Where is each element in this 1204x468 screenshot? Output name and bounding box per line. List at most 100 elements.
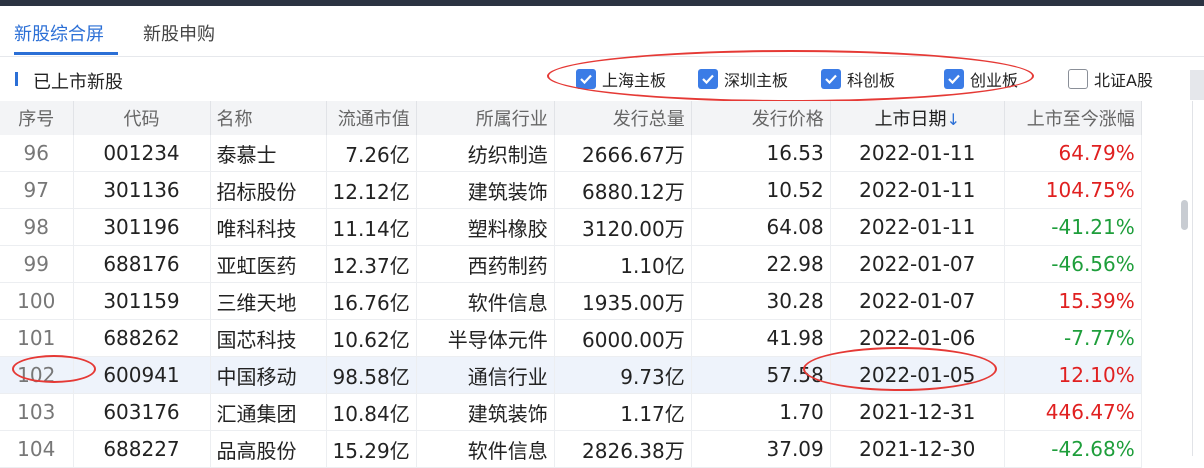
- cell-change-since-listing: -7.77%: [1004, 319, 1142, 357]
- cell-listing-date: 2022-01-11: [830, 208, 1005, 246]
- cell-industry: 建筑装饰: [416, 393, 555, 431]
- cell-index: 100: [0, 282, 74, 320]
- cell-listing-date: 2022-01-11: [830, 135, 1005, 172]
- cell-index: 102: [0, 356, 74, 394]
- cell-change-since-listing: -41.21%: [1004, 208, 1142, 246]
- cell-listing-date: 2022-01-06: [830, 319, 1005, 357]
- cell-float-market-cap: 16.76亿: [326, 282, 417, 320]
- col-header-index[interactable]: 序号: [0, 101, 74, 135]
- checkbox-unchecked-icon[interactable]: [1068, 69, 1088, 89]
- section-title: 已上市新股: [33, 72, 123, 93]
- cell-name: 唯科科技: [210, 208, 327, 246]
- tab-new-stock-subscription[interactable]: 新股申购: [143, 20, 215, 46]
- col-header-name[interactable]: 名称: [210, 101, 327, 135]
- new-stock-table: 序号 代码 名称 流通市值 所属行业 发行总量 发行价格 上市日期↓ 上市至今涨…: [0, 101, 1142, 468]
- cell-name: 中国移动: [210, 356, 327, 394]
- filter-bse-a-share[interactable]: 北证A股: [1068, 67, 1153, 91]
- vertical-scrollbar-thumb[interactable]: [1181, 200, 1188, 230]
- table-row[interactable]: 98 301196 唯科科技 11.14亿 塑料橡胶 3120.00万 64.08 2022-…: [0, 208, 1142, 246]
- table-row[interactable]: 103 603176 汇通集团 10.84亿 建筑装饰 1.17亿 1.70 2021-12-…: [0, 393, 1142, 431]
- cell-listing-date: 2021-12-30: [830, 430, 1005, 468]
- col-header-change-since-listing[interactable]: 上市至今涨幅: [1004, 101, 1142, 135]
- cell-float-market-cap: 11.14亿: [326, 208, 417, 246]
- sort-desc-icon: ↓: [946, 110, 960, 129]
- cell-code: 600941: [73, 356, 211, 394]
- cell-issue-price: 37.09: [691, 430, 831, 468]
- col-header-issue-volume[interactable]: 发行总量: [554, 101, 692, 135]
- section-accent-bar: [15, 72, 18, 86]
- cell-issue-volume: 2666.67万: [554, 135, 692, 172]
- cell-industry: 半导体元件: [416, 319, 555, 357]
- cell-name: 汇通集团: [210, 393, 327, 431]
- filter-shanghai-main[interactable]: 上海主板: [576, 67, 666, 91]
- table-row[interactable]: 100 301159 三维天地 16.76亿 软件信息 1935.00万 30.28 2022…: [0, 282, 1142, 320]
- col-header-listing-date[interactable]: 上市日期↓: [830, 101, 1005, 135]
- cell-float-market-cap: 10.62亿: [326, 319, 417, 357]
- filter-chinext[interactable]: 创业板: [944, 67, 1018, 91]
- cell-index: 99: [0, 245, 74, 283]
- checkbox-checked-icon[interactable]: [698, 69, 718, 89]
- cell-issue-price: 10.52: [691, 171, 831, 209]
- table-row[interactable]: 96 001234 泰慕士 7.26亿 纺织制造 2666.67万 16.53 2022-01…: [0, 135, 1142, 172]
- cell-issue-price: 57.58: [691, 356, 831, 394]
- right-divider: [1192, 101, 1193, 456]
- filter-shenzhen-main[interactable]: 深圳主板: [698, 67, 788, 91]
- cell-industry: 塑料橡胶: [416, 208, 555, 246]
- cell-change-since-listing: 446.47%: [1004, 393, 1142, 431]
- table-row[interactable]: 104 688227 品高股份 15.29亿 软件信息 2826.38万 37.09 2021…: [0, 430, 1142, 468]
- cell-industry: 通信行业: [416, 356, 555, 394]
- cell-code: 301136: [73, 171, 211, 209]
- cell-float-market-cap: 10.84亿: [326, 393, 417, 431]
- cell-issue-price: 30.28: [691, 282, 831, 320]
- filter-label: 科创板: [847, 71, 896, 90]
- table-row[interactable]: 102 600941 中国移动 98.58亿 通信行业 9.73亿 57.58 2022-01…: [0, 356, 1142, 394]
- cell-issue-volume: 3120.00万: [554, 208, 692, 246]
- cell-code: 301196: [73, 208, 211, 246]
- cell-listing-date: 2021-12-31: [830, 393, 1005, 431]
- col-header-issue-price[interactable]: 发行价格: [691, 101, 831, 135]
- cell-issue-volume: 6880.12万: [554, 171, 692, 209]
- cell-float-market-cap: 7.26亿: [326, 135, 417, 172]
- table-row[interactable]: 97 301136 招标股份 12.12亿 建筑装饰 6880.12万 10.52 2022-…: [0, 171, 1142, 209]
- cell-listing-date: 2022-01-11: [830, 171, 1005, 209]
- checkbox-checked-icon[interactable]: [576, 69, 596, 89]
- cell-name: 品高股份: [210, 430, 327, 468]
- cell-code: 301159: [73, 282, 211, 320]
- cell-change-since-listing: 15.39%: [1004, 282, 1142, 320]
- table-row[interactable]: 101 688262 国芯科技 10.62亿 半导体元件 6000.00万 41.98 202…: [0, 319, 1142, 357]
- cell-listing-date: 2022-01-07: [830, 282, 1005, 320]
- cell-change-since-listing: -46.56%: [1004, 245, 1142, 283]
- col-header-industry[interactable]: 所属行业: [416, 101, 555, 135]
- tab-new-stock-overview[interactable]: 新股综合屏: [14, 20, 104, 46]
- table-row[interactable]: 99 688176 亚虹医药 12.37亿 西药制药 1.10亿 22.98 2022-01-…: [0, 245, 1142, 283]
- cell-index: 103: [0, 393, 74, 431]
- cell-issue-price: 1.70: [691, 393, 831, 431]
- cell-float-market-cap: 15.29亿: [326, 430, 417, 468]
- cell-name: 招标股份: [210, 171, 327, 209]
- cell-issue-volume: 9.73亿: [554, 356, 692, 394]
- cell-issue-volume: 1.10亿: [554, 245, 692, 283]
- right-edge-panel: [1190, 70, 1204, 100]
- cell-change-since-listing: 104.75%: [1004, 171, 1142, 209]
- cell-issue-volume: 1935.00万: [554, 282, 692, 320]
- cell-listing-date: 2022-01-07: [830, 245, 1005, 283]
- cell-industry: 西药制药: [416, 245, 555, 283]
- cell-code: 688227: [73, 430, 211, 468]
- cell-issue-price: 41.98: [691, 319, 831, 357]
- filter-label: 北证A股: [1094, 71, 1153, 90]
- cell-float-market-cap: 12.37亿: [326, 245, 417, 283]
- cell-index: 104: [0, 430, 74, 468]
- col-header-code[interactable]: 代码: [73, 101, 211, 135]
- cell-name: 亚虹医药: [210, 245, 327, 283]
- cell-industry: 软件信息: [416, 430, 555, 468]
- checkbox-checked-icon[interactable]: [821, 69, 841, 89]
- filter-star-market[interactable]: 科创板: [821, 67, 895, 91]
- cell-issue-volume: 6000.00万: [554, 319, 692, 357]
- filter-label: 深圳主板: [724, 71, 789, 90]
- col-header-float-market-cap[interactable]: 流通市值: [326, 101, 417, 135]
- checkbox-checked-icon[interactable]: [944, 69, 964, 89]
- cell-name: 三维天地: [210, 282, 327, 320]
- cell-index: 98: [0, 208, 74, 246]
- cell-float-market-cap: 12.12亿: [326, 171, 417, 209]
- cell-issue-price: 64.08: [691, 208, 831, 246]
